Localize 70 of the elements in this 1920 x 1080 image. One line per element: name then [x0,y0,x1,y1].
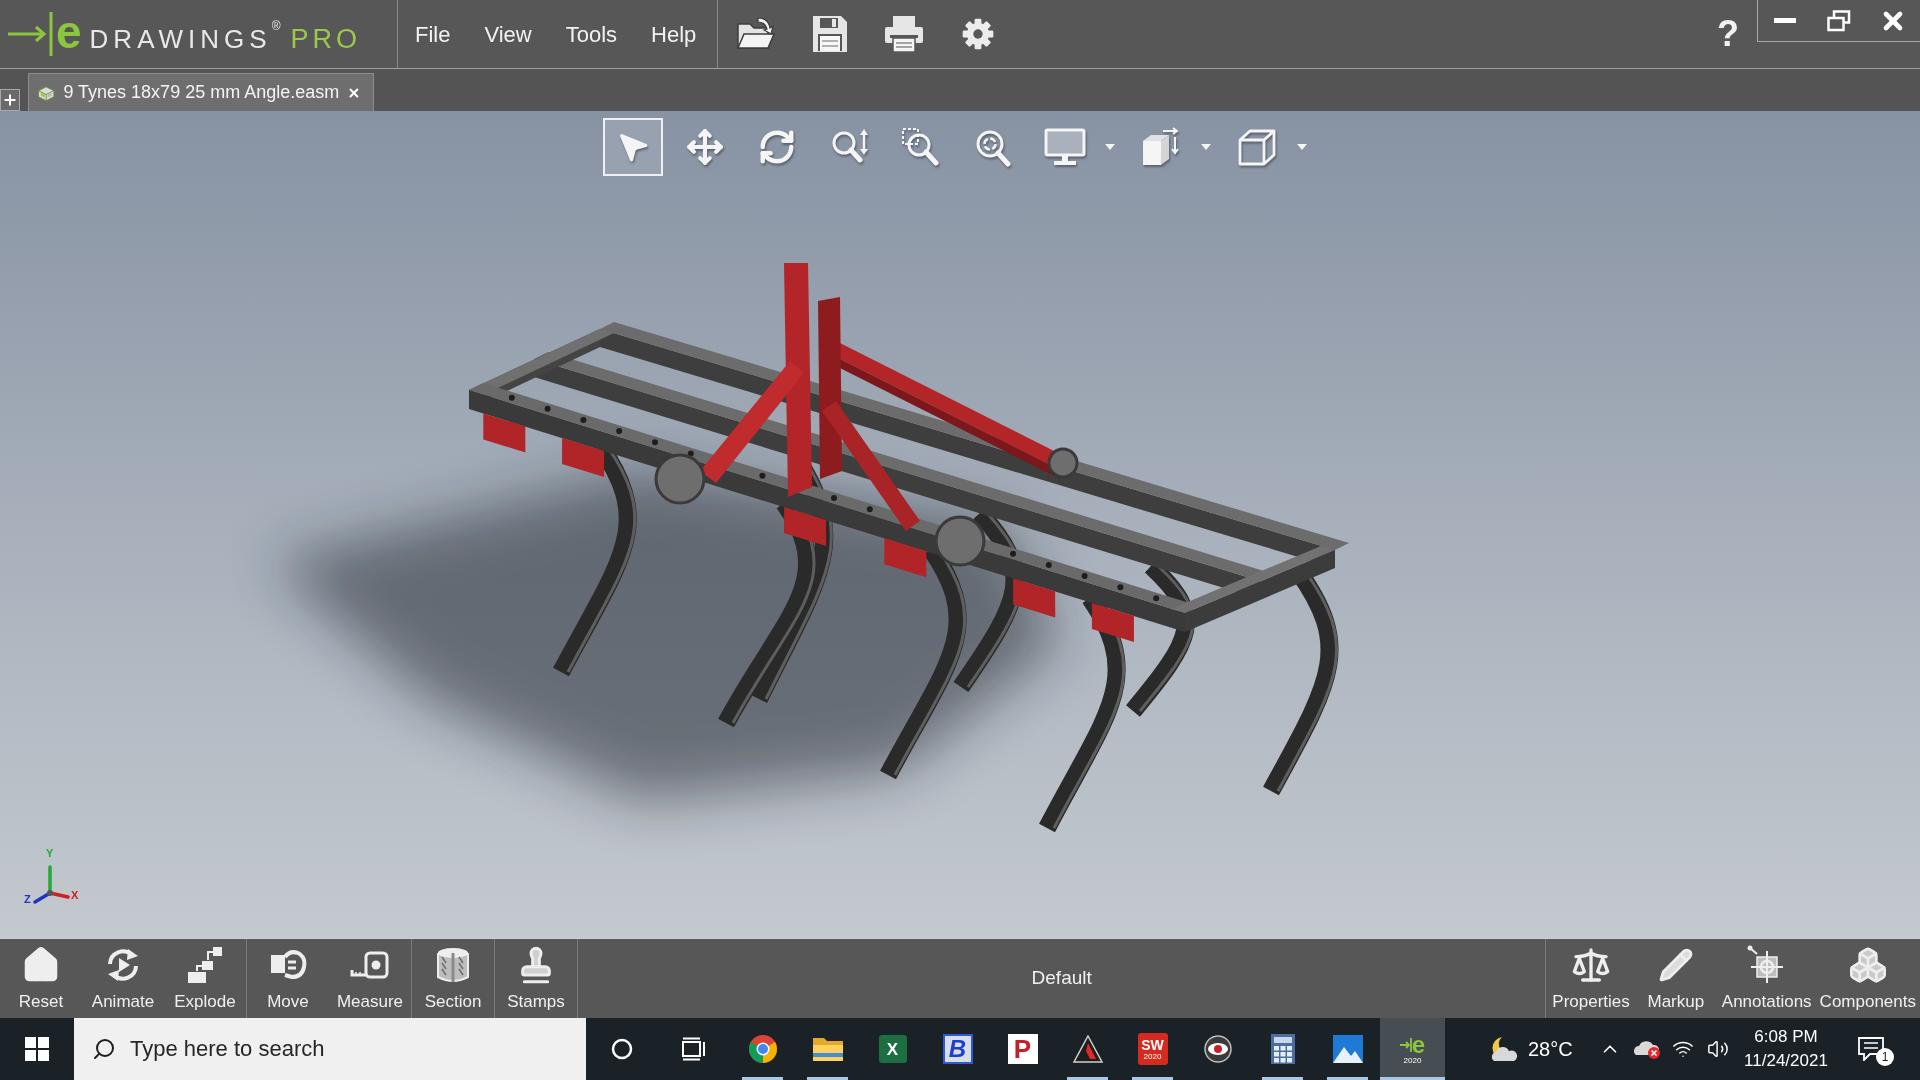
cube-arrows-icon [1141,127,1181,167]
search-icon [92,1037,116,1061]
menu-item[interactable]: File [398,11,468,57]
configuration-name: Default [1031,966,1092,991]
annotations-button[interactable]: Annotations [1717,939,1816,1018]
select-tool-button[interactable] [603,118,663,176]
explode-button[interactable]: Explode [164,939,246,1018]
rotate-icon [758,128,796,166]
app-icon: SW 2020 [1137,1033,1168,1065]
four-way-arrows-icon [686,128,724,166]
taskbar-button[interactable]: X [860,1018,925,1080]
caret-icon[interactable] [1297,144,1307,150]
landscape-photo-icon [1332,1035,1363,1063]
app-icon: e 2020 [1399,1033,1426,1065]
move-button[interactable]: Move [247,939,329,1018]
app-icon: X [878,1035,907,1063]
taskbar-button[interactable]: SW 2020 [1120,1018,1185,1080]
stacked-cubes-icon [1847,945,1888,985]
eye-icon [1203,1035,1232,1063]
menu-item[interactable]: Help [634,11,714,57]
arrow-icon [1399,1038,1412,1052]
new-tab-button[interactable] [0,89,20,111]
temperature-label[interactable]: 28°C [1528,1034,1573,1064]
taskbar-button[interactable]: e 2020 [1380,1018,1445,1080]
calculator-icon [1270,1034,1295,1064]
caret-icon[interactable] [1201,144,1211,150]
menu-item[interactable]: Tools [548,11,635,57]
printer-icon[interactable] [884,15,925,53]
zoom-area-icon [901,127,941,167]
app-icon: P [1007,1034,1038,1064]
properties-button[interactable]: Properties [1548,939,1634,1018]
caret-icon[interactable] [1105,144,1115,150]
components-button[interactable]: Components [1815,939,1920,1018]
search-field[interactable]: Type here to search [74,1018,586,1080]
taskbar-button[interactable]: P [990,1018,1055,1080]
scale-icon [1571,945,1612,985]
speaker-icon[interactable] [1707,1038,1729,1060]
triangle-logo-icon [1072,1035,1103,1063]
measure-button[interactable]: Measure [329,939,411,1018]
notification-badge: 1 [1876,1048,1894,1066]
document-tab[interactable]: 9 Tynes 18x79 25 mm Angle.easm [28,73,374,111]
plus-icon [2,92,18,108]
app-logo: e DRAWINGS® PRO [56,8,361,60]
axis-label: X [71,890,79,901]
markup-button[interactable]: Markup [1633,939,1718,1018]
help-button[interactable]: ? [1717,16,1739,52]
axis-label: Y [46,848,54,859]
ring-icon [610,1037,634,1061]
restore-icon[interactable] [1827,9,1851,32]
app-icon: B [942,1034,973,1064]
monitor-icon [1044,128,1086,166]
notification-icon[interactable] [1858,1037,1884,1061]
stamps-button[interactable]: Stamps [495,939,577,1018]
task-view-icon [680,1037,708,1061]
clock-button[interactable]: 6:08 PM 11/24/2021 [1736,1018,1836,1080]
cube-icon [1238,128,1276,166]
pencil-icon [1657,947,1694,983]
stepped-blocks-icon [185,945,225,985]
folder-arrow-icon[interactable] [736,16,777,52]
animate-button[interactable]: Animate [82,939,164,1018]
windows-logo-icon[interactable] [25,1037,49,1061]
taskbar-button[interactable]: B [925,1018,990,1080]
reset-button[interactable]: Reset [0,939,82,1018]
axis-label: Z [24,894,31,905]
tricolor-circle-icon [747,1034,778,1064]
cloud-error-icon[interactable] [1633,1038,1661,1060]
folder-icon [811,1035,844,1063]
menu-item[interactable]: View [467,11,549,57]
settings-icon[interactable] [961,17,996,51]
section-button[interactable]: Section [412,939,494,1018]
